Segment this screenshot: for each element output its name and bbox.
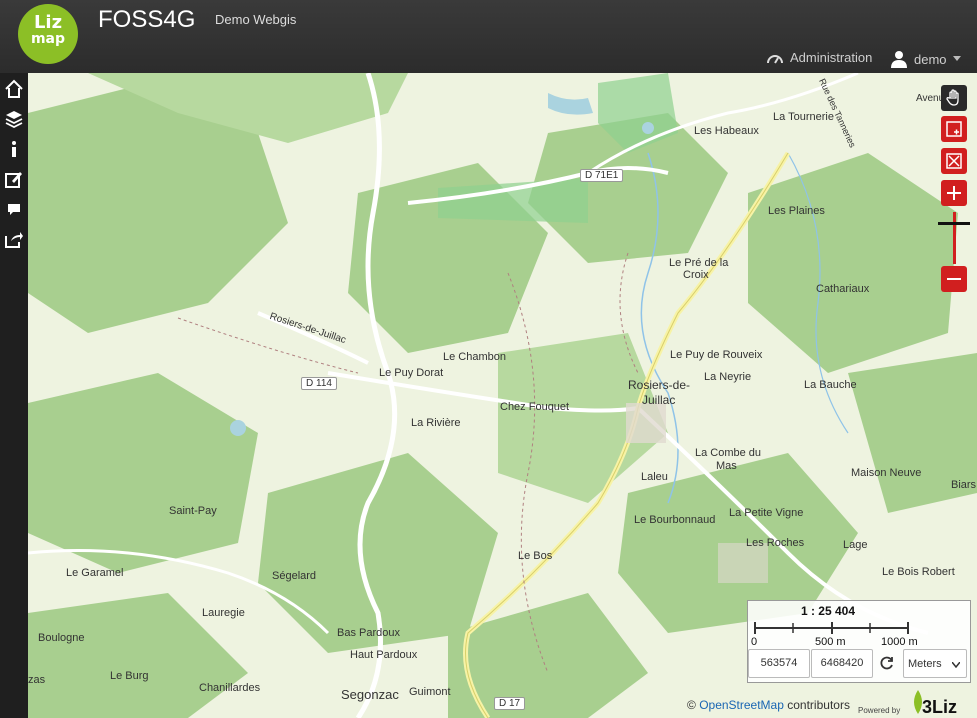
logo-text-liz: Liz xyxy=(33,12,63,33)
zoom-extent-icon xyxy=(946,153,962,169)
place-label: Le Puy Dorat xyxy=(379,367,444,379)
place-label: Bas Pardoux xyxy=(337,627,400,639)
edit-button[interactable] xyxy=(2,167,26,191)
coord-x-field[interactable]: 563574 xyxy=(748,649,810,678)
info-icon xyxy=(12,141,16,157)
place-label: La Rivière xyxy=(411,417,461,429)
road-label: D 17 xyxy=(494,697,526,710)
refresh-coords-button[interactable] xyxy=(875,651,899,675)
pan-hand-icon xyxy=(946,89,959,106)
place-label: Juillac xyxy=(642,393,676,407)
logo-text-map: map xyxy=(30,31,66,47)
place-label: Guimont xyxy=(409,686,451,698)
comment-button[interactable] xyxy=(2,197,26,221)
place-label: Mas xyxy=(716,460,737,472)
share-button[interactable] xyxy=(2,227,26,251)
place-label: Chanillardes xyxy=(199,682,261,694)
place-label: Boulogne xyxy=(38,632,85,644)
place-label: Chez Fouquet xyxy=(500,401,570,413)
comment-icon xyxy=(8,204,20,215)
map-attribution: © OpenStreetMap contributors xyxy=(687,698,850,712)
place-label: Les Habeaux xyxy=(694,125,759,137)
attribution-suffix: contributors xyxy=(787,698,850,712)
coord-y-field[interactable]: 6468420 xyxy=(811,649,873,678)
scale-tick-0: 0 xyxy=(751,636,758,648)
place-label: Biars xyxy=(951,479,977,491)
place-label: Le Bourbonnaud xyxy=(634,514,716,526)
place-label: Le Chambon xyxy=(443,351,506,363)
zoom-out-button[interactable] xyxy=(941,266,967,292)
place-label: La Neyrie xyxy=(704,371,752,383)
place-label: Les Roches xyxy=(746,537,805,549)
zoom-box-button[interactable] xyxy=(941,116,967,142)
dashboard-icon xyxy=(767,54,783,64)
app-title: FOSS4G xyxy=(98,6,196,33)
place-label: zas xyxy=(28,674,46,686)
left-sidebar xyxy=(0,73,28,718)
place-label: Croix xyxy=(683,269,709,281)
place-label: Segonzac xyxy=(341,687,399,702)
share-icon xyxy=(5,232,23,248)
place-label: Lauregie xyxy=(202,607,245,619)
zoom-in-button[interactable] xyxy=(941,180,967,206)
place-label: Le Burg xyxy=(110,670,149,682)
scale-ratio: 1 : 25 404 xyxy=(800,604,856,618)
powered-by-label: Powered by xyxy=(858,706,901,715)
top-navbar: Liz map FOSS4G Demo Webgis Administratio… xyxy=(0,0,977,73)
road-label: D 114 xyxy=(301,377,337,390)
zoom-slider-handle[interactable] xyxy=(938,222,970,225)
3liz-brand[interactable]: 3Liz xyxy=(922,697,957,718)
administration-label: Administration xyxy=(790,50,873,65)
place-label: La Bauche xyxy=(804,379,857,391)
place-label: La Combe du xyxy=(695,447,762,459)
place-label: Le Puy de Rouveix xyxy=(670,349,763,361)
info-button[interactable] xyxy=(2,137,26,161)
refresh-icon xyxy=(880,656,893,670)
chevron-down-icon xyxy=(952,662,960,668)
place-label: Le Garamel xyxy=(66,567,124,579)
zoom-slider-track[interactable] xyxy=(953,212,956,264)
place-label: Le Bos xyxy=(518,550,553,562)
units-selected: Meters xyxy=(908,658,942,670)
place-label: La Tournerie xyxy=(773,111,834,123)
layers-icon xyxy=(5,111,23,129)
place-label: Le Pré de la xyxy=(669,257,729,269)
plus-icon xyxy=(947,186,961,200)
pan-button[interactable] xyxy=(941,85,967,111)
lizmap-logo[interactable]: Liz map xyxy=(18,4,78,64)
place-label: Rosiers-de- xyxy=(628,378,691,392)
user-label: demo xyxy=(914,51,947,67)
minus-icon xyxy=(947,278,961,280)
user-icon xyxy=(891,51,907,68)
place-label: Maison Neuve xyxy=(851,467,922,479)
place-label: Ségelard xyxy=(272,570,317,582)
place-label: Saint-Pay xyxy=(169,505,217,517)
place-label: Cathariaux xyxy=(816,283,870,295)
place-label: Le Bois Robert xyxy=(882,566,955,578)
zoom-box-icon xyxy=(946,121,962,137)
administration-link[interactable]: Administration xyxy=(766,50,872,65)
road-label: D 71E1 xyxy=(580,169,624,182)
copyright-symbol: © xyxy=(687,698,696,712)
zoom-extent-button[interactable] xyxy=(941,148,967,174)
place-label: Laleu xyxy=(641,471,668,483)
place-label: Les Plaines xyxy=(768,205,825,217)
place-label: Lage xyxy=(843,539,868,551)
caret-down-icon xyxy=(952,56,961,61)
units-select[interactable]: Meters xyxy=(903,649,967,678)
layers-button[interactable] xyxy=(2,107,26,131)
place-label: La Petite Vigne xyxy=(729,507,804,519)
home-button[interactable] xyxy=(2,77,26,101)
osm-link[interactable]: OpenStreetMap xyxy=(699,698,784,712)
place-label: Haut Pardoux xyxy=(350,649,418,661)
edit-icon xyxy=(5,172,22,188)
scale-tick-1000: 1000 m xyxy=(881,636,918,648)
user-menu[interactable]: demo xyxy=(890,50,961,68)
scale-tick-500: 500 m xyxy=(815,636,846,648)
app-subtitle: Demo Webgis xyxy=(215,12,297,27)
home-icon xyxy=(5,79,23,98)
